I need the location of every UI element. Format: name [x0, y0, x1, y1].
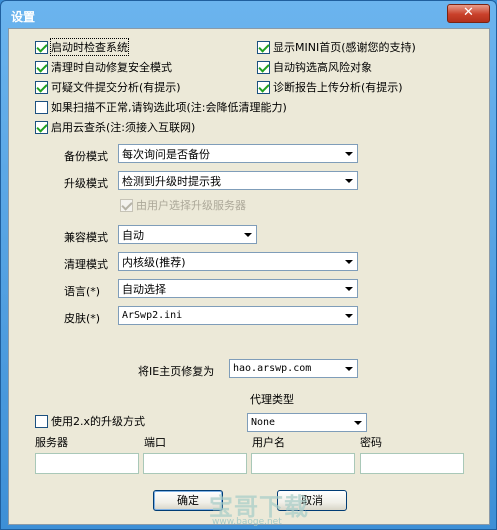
checkbox-box[interactable]: [35, 100, 48, 114]
checkbox-label: 自动钩选高风险对象: [273, 61, 372, 74]
checkbox-label: 如果扫描不正常,请钩选此项(注:会降低清理能力): [51, 101, 287, 114]
compat-mode-label: 兼容模式: [64, 231, 108, 244]
proxy-server-input[interactable]: [35, 453, 139, 474]
close-icon: ✕: [463, 5, 474, 20]
checkbox-use-v2-upgrade[interactable]: 使用2.x的升级方式: [35, 413, 145, 429]
proxy-server-label: 服务器: [35, 436, 68, 449]
upgrade-mode-value: 检测到升级时提示我: [122, 174, 221, 188]
homepage-value: hao.arswp.com: [233, 363, 312, 374]
proxy-type-value: None: [251, 417, 276, 428]
homepage-label: 将IE主页修复为: [138, 365, 215, 378]
checkbox-label: 启动时检查系统: [50, 38, 129, 56]
clean-mode-select[interactable]: 内核级(推荐): [118, 252, 358, 271]
skin-value: ArSwp2.ini: [122, 310, 183, 321]
skin-label: 皮肤(*): [64, 312, 101, 325]
checkbox-box[interactable]: [35, 80, 48, 94]
checkbox-box: [120, 198, 133, 212]
proxy-port-label: 端口: [144, 436, 166, 449]
language-value: 自动选择: [122, 282, 166, 296]
checkbox-repair-safe-mode[interactable]: 清理时自动修复安全模式: [35, 59, 172, 75]
homepage-select[interactable]: hao.arswp.com: [229, 359, 358, 378]
proxy-user-input[interactable]: [251, 453, 355, 474]
checkbox-label: 显示MINI首页(感谢您的支持): [273, 41, 416, 54]
chevron-down-icon[interactable]: [341, 360, 357, 377]
proxy-port-input[interactable]: [143, 453, 247, 474]
chevron-down-icon[interactable]: [341, 280, 357, 297]
watermark-url: www.baoge.net: [212, 517, 282, 527]
checkbox-label: 可疑文件提交分析(有提示): [51, 81, 181, 94]
compat-mode-value: 自动: [122, 228, 144, 242]
chevron-down-icon[interactable]: [350, 414, 366, 431]
checkbox-enable-cloud-scan[interactable]: 启用云查杀(注:须接入互联网): [35, 119, 195, 135]
checkbox-show-mini-home[interactable]: 显示MINI首页(感谢您的支持): [257, 39, 416, 55]
upgrade-mode-label: 升级模式: [64, 177, 108, 190]
checkbox-submit-suspicious-files[interactable]: 可疑文件提交分析(有提示): [35, 79, 181, 95]
checkbox-box[interactable]: [35, 414, 48, 428]
proxy-user-label: 用户名: [252, 436, 285, 449]
checkbox-auto-select-high-risk[interactable]: 自动钩选高风险对象: [257, 59, 372, 75]
proxy-password-input[interactable]: [360, 453, 464, 474]
upgrade-mode-select[interactable]: 检测到升级时提示我: [118, 171, 358, 190]
skin-select[interactable]: ArSwp2.ini: [118, 306, 358, 325]
checkbox-check-system-on-start[interactable]: 启动时检查系统: [35, 38, 129, 56]
checkbox-scan-abnormal-fallback[interactable]: 如果扫描不正常,请钩选此项(注:会降低清理能力): [35, 99, 287, 115]
proxy-password-label: 密码: [360, 436, 382, 449]
title-bar[interactable]: 设置 ✕: [1, 1, 496, 27]
checkbox-upload-diagnostic-report[interactable]: 诊断报告上传分析(有提示): [257, 79, 403, 95]
checkbox-box[interactable]: [35, 60, 48, 74]
settings-window: 设置 ✕ 启动时检查系统 显示MINI首页(感谢您的支持) 清理时自动修复安全模…: [0, 0, 497, 530]
language-select[interactable]: 自动选择: [118, 279, 358, 298]
backup-mode-select[interactable]: 每次询问是否备份: [118, 144, 358, 163]
chevron-down-icon[interactable]: [341, 307, 357, 324]
checkbox-box[interactable]: [35, 40, 48, 54]
checkbox-box[interactable]: [257, 40, 270, 54]
checkbox-label: 清理时自动修复安全模式: [51, 61, 172, 74]
compat-mode-select[interactable]: 自动: [118, 225, 257, 244]
checkbox-label: 使用2.x的升级方式: [51, 415, 146, 428]
chevron-down-icon[interactable]: [240, 226, 256, 243]
checkbox-label: 启用云查杀(注:须接入互联网): [51, 121, 196, 134]
watermark: 宝哥下载 www.baoge.net: [209, 487, 319, 527]
backup-mode-value: 每次询问是否备份: [122, 147, 210, 161]
checkbox-user-select-server: 由用户选择升级服务器: [120, 197, 246, 213]
backup-mode-label: 备份模式: [64, 150, 108, 163]
chevron-down-icon[interactable]: [341, 253, 357, 270]
clean-mode-label: 清理模式: [64, 258, 108, 271]
checkbox-box[interactable]: [257, 60, 270, 74]
proxy-type-label: 代理类型: [250, 393, 294, 406]
chevron-down-icon[interactable]: [341, 145, 357, 162]
close-button[interactable]: ✕: [447, 4, 490, 23]
settings-panel: 启动时检查系统 显示MINI首页(感谢您的支持) 清理时自动修复安全模式 自动钩…: [8, 28, 490, 527]
checkbox-label: 由用户选择升级服务器: [136, 199, 246, 212]
chevron-down-icon[interactable]: [341, 172, 357, 189]
clean-mode-value: 内核级(推荐): [122, 255, 186, 269]
checkbox-label: 诊断报告上传分析(有提示): [273, 81, 403, 94]
language-label: 语言(*): [64, 285, 101, 298]
checkbox-box[interactable]: [35, 120, 48, 134]
window-title: 设置: [11, 10, 36, 24]
checkbox-box[interactable]: [257, 80, 270, 94]
proxy-type-select[interactable]: None: [247, 413, 367, 432]
